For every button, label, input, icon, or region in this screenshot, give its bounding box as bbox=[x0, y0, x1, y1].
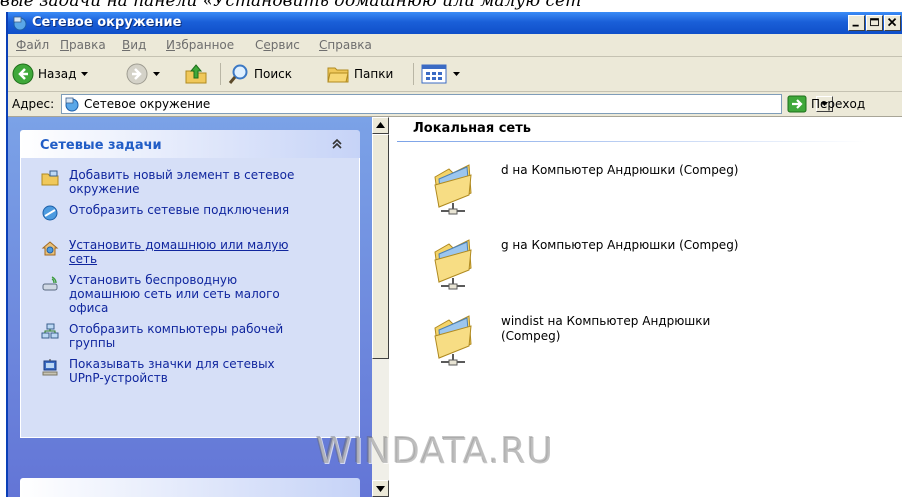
task-label: Добавить новый элемент в сетевое окружен… bbox=[69, 168, 295, 196]
scroll-down-button[interactable] bbox=[372, 480, 389, 497]
network-share-folder-icon bbox=[434, 239, 472, 290]
window-title: Сетевое окружение bbox=[32, 15, 182, 30]
home-network-icon bbox=[41, 241, 59, 256]
views-grid-icon bbox=[421, 64, 447, 84]
task-label: Установить беспроводную домашнюю сеть ил… bbox=[69, 273, 280, 315]
go-arrow-icon bbox=[787, 95, 807, 113]
wireless-network-icon bbox=[42, 276, 58, 291]
network-share-folder-icon bbox=[434, 164, 472, 215]
toolbar: Назад Поиск Папки bbox=[8, 57, 902, 92]
list-item[interactable]: d на Компьютер Андрюшки (Compeg) bbox=[429, 163, 769, 221]
menu-tools[interactable]: Сервис bbox=[255, 38, 300, 52]
close-icon bbox=[887, 18, 897, 27]
search-icon bbox=[228, 64, 248, 84]
menu-help[interactable]: Справка bbox=[319, 38, 372, 52]
list-item[interactable]: windist на Компьютер Андрюшки (Compeg) bbox=[429, 314, 769, 372]
menu-edit[interactable]: Правка bbox=[60, 38, 106, 52]
scroll-thumb[interactable] bbox=[372, 134, 389, 359]
network-tasks-header[interactable]: Сетевые задачи bbox=[20, 130, 360, 158]
chevron-down-icon bbox=[153, 72, 160, 76]
menu-file[interactable]: Файл bbox=[16, 38, 49, 52]
go-button[interactable]: Переход bbox=[787, 95, 865, 113]
explorer-window: Сетевое окружение Файл Правка Вид Избран… bbox=[6, 12, 902, 497]
close-button[interactable] bbox=[884, 15, 901, 31]
network-connections-icon bbox=[42, 205, 58, 221]
title-bar[interactable]: Сетевое окружение bbox=[8, 12, 902, 34]
task-label: Установить домашнюю или малую сеть bbox=[69, 238, 289, 266]
views-button[interactable] bbox=[420, 62, 461, 86]
top-cropped-text-line: вые задачи на панели «Установить домашню… bbox=[0, 0, 582, 11]
address-input[interactable]: Сетевое окружение bbox=[61, 94, 833, 114]
chevron-down-icon bbox=[453, 72, 460, 76]
address-bar: Адрес: Сетевое окружение Переход bbox=[8, 92, 902, 117]
minimize-icon bbox=[852, 24, 859, 27]
folders-button[interactable]: Папки bbox=[326, 62, 393, 86]
back-arrow-icon bbox=[12, 63, 34, 85]
network-places-icon bbox=[65, 97, 79, 112]
address-label: Адрес: bbox=[12, 97, 55, 111]
add-network-place-icon bbox=[41, 170, 59, 186]
address-value: Сетевое окружение bbox=[84, 97, 211, 111]
upnp-device-icon bbox=[42, 359, 58, 376]
maximize-icon bbox=[870, 18, 879, 27]
collapse-chevron-icon[interactable] bbox=[330, 137, 344, 151]
task-label: Отобразить компьютеры рабочей группы bbox=[69, 322, 284, 350]
back-button[interactable]: Назад bbox=[12, 62, 89, 86]
toolbar-separator bbox=[413, 63, 414, 85]
search-button-label: Поиск bbox=[254, 67, 293, 81]
scroll-down-arrow-icon bbox=[376, 486, 385, 492]
group-title-local-network: Локальная сеть bbox=[413, 121, 531, 136]
toolbar-separator bbox=[220, 63, 221, 85]
task-label: Показывать значки для сетевых UPnP-устро… bbox=[69, 357, 275, 385]
task-label: Отобразить сетевые подключения bbox=[69, 203, 290, 217]
item-label: windist на Компьютер Андрюшки (Compeg) bbox=[501, 314, 711, 343]
scroll-up-arrow-icon bbox=[376, 122, 385, 128]
item-label: d на Компьютер Андрюшки (Compeg) bbox=[501, 163, 739, 177]
list-item[interactable]: g на Компьютер Андрюшки (Compeg) bbox=[429, 238, 769, 296]
menu-bar: Файл Правка Вид Избранное Сервис Справка bbox=[8, 34, 902, 77]
forward-button[interactable] bbox=[126, 62, 161, 86]
go-button-label: Переход bbox=[811, 97, 866, 111]
network-places-icon bbox=[13, 16, 27, 31]
network-tasks-title: Сетевые задачи bbox=[40, 138, 162, 153]
search-button[interactable]: Поиск bbox=[228, 62, 292, 86]
item-label: g на Компьютер Андрюшки (Compeg) bbox=[501, 238, 739, 252]
maximize-button[interactable] bbox=[866, 15, 883, 31]
next-section-header[interactable] bbox=[20, 478, 360, 497]
network-tasks-list: Добавить новый элемент в сетевое окружен… bbox=[20, 158, 360, 438]
scroll-up-button[interactable] bbox=[372, 117, 389, 134]
minimize-button[interactable] bbox=[848, 15, 865, 31]
network-share-folder-icon bbox=[434, 315, 472, 366]
up-folder-button[interactable] bbox=[184, 62, 208, 86]
folders-icon bbox=[327, 67, 349, 83]
folders-button-label: Папки bbox=[354, 67, 394, 81]
menu-favorites[interactable]: Избранное bbox=[166, 38, 234, 52]
workgroup-computers-icon bbox=[41, 323, 59, 339]
chevron-down-icon bbox=[81, 72, 89, 76]
top-cropped-text: вые задачи на панели «Установить домашню… bbox=[0, 0, 902, 12]
menu-view[interactable]: Вид bbox=[122, 38, 146, 52]
watermark: WINDATA.RU bbox=[316, 431, 555, 472]
back-button-label: Назад bbox=[38, 67, 77, 81]
forward-arrow-icon bbox=[126, 63, 148, 85]
group-divider bbox=[397, 141, 867, 142]
up-folder-icon bbox=[185, 64, 207, 84]
